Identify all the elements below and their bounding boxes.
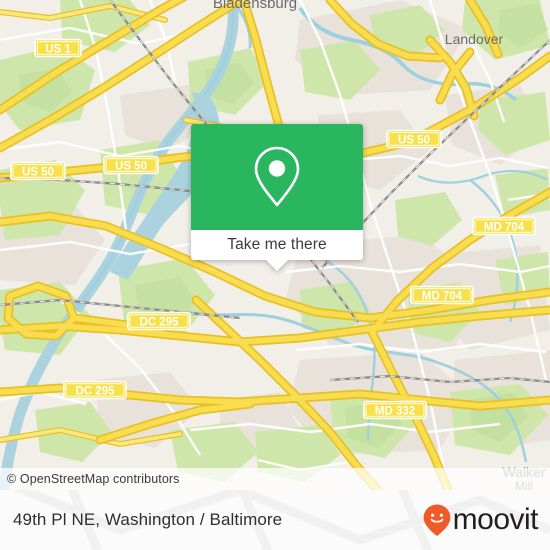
road-shield: US 50 (10, 161, 66, 181)
popup-pointer-tail (265, 259, 289, 271)
road-shield-label: US 50 (398, 134, 430, 146)
road-shield-label: MD 332 (375, 405, 415, 417)
road-shield: DC 295 (127, 311, 191, 331)
road-shield: MD 332 (363, 400, 427, 420)
road-shield: US 50 (103, 155, 159, 175)
attribution-text: © OpenStreetMap contributors (7, 472, 180, 486)
footer-bar: 49th Pl NE, Washington / Baltimore moovi… (0, 490, 550, 550)
location-popup-card[interactable]: Take me there (191, 124, 363, 271)
take-me-there-label: Take me there (227, 236, 327, 253)
road-shield-label: DC 295 (140, 316, 180, 328)
moovit-smiley-pin-icon (423, 504, 451, 536)
road-shield: MD 704 (472, 216, 536, 236)
moovit-map-screenshot: BladensburgLandoverWalkerMill US 1US 50U… (0, 0, 550, 550)
road-shield-label: DC 295 (76, 385, 116, 397)
map-pin-icon (254, 146, 300, 207)
road-shield: US 1 (34, 38, 82, 58)
road-shield-label: US 1 (45, 43, 71, 55)
road-shield: MD 704 (410, 285, 474, 305)
road-shield: DC 295 (63, 380, 127, 400)
road-shield-label: MD 704 (484, 221, 525, 233)
map-place-label: Landover (445, 31, 504, 47)
map-place-label: Bladensburg (213, 0, 297, 12)
road-shield-label: US 50 (115, 160, 147, 172)
moovit-wordmark: moovit (452, 503, 539, 536)
road-shield-label: MD 704 (422, 290, 463, 302)
moovit-brand[interactable]: moovit (422, 503, 539, 537)
popup-icon-area (191, 124, 363, 230)
map-attribution: © OpenStreetMap contributors (0, 468, 550, 490)
take-me-there-button[interactable]: Take me there (191, 230, 363, 260)
road-shield-label: US 50 (22, 166, 54, 178)
road-shield: US 50 (386, 129, 442, 149)
footer-location-title: 49th Pl NE, Washington / Baltimore (13, 510, 283, 529)
